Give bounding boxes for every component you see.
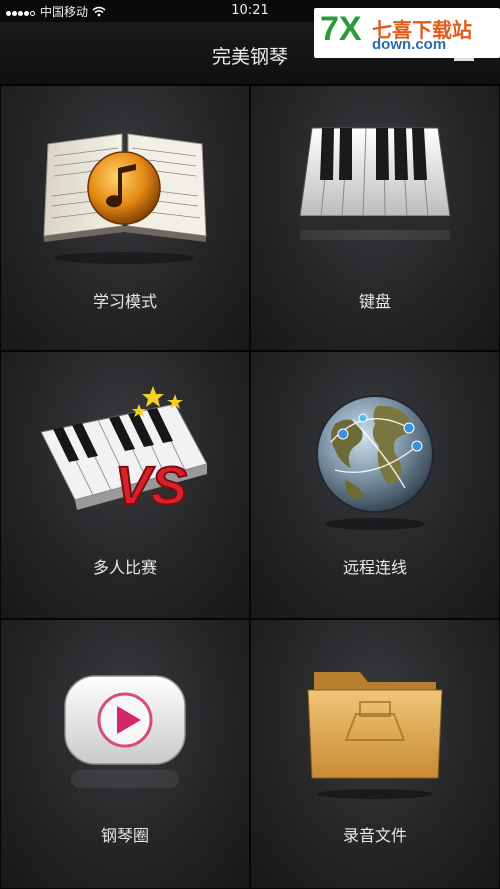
play-button-icon xyxy=(64,675,186,788)
menu-item-multiplayer[interactable]: VS 多人比赛 xyxy=(0,351,250,619)
menu-item-recordings[interactable]: 录音文件 xyxy=(250,619,500,889)
menu-item-learning-mode[interactable]: 学习模式 xyxy=(0,85,250,351)
piano-keyboard-icon xyxy=(299,127,451,240)
menu-item-label: 键盘 xyxy=(358,292,391,311)
folder-icon xyxy=(307,672,443,799)
globe-network-icon xyxy=(316,395,434,530)
svg-text:VS: VS xyxy=(115,456,187,516)
main-menu-grid: 学习模式 键盘 VS 多人比赛 远程连线 钢琴圈 录音文件 xyxy=(0,85,500,889)
menu-item-label: 多人比赛 xyxy=(92,558,157,577)
watermark-url: down.com xyxy=(372,36,447,53)
menu-item-label: 钢琴圈 xyxy=(100,826,149,845)
watermark-logo: 7X 七喜下载站 down.com xyxy=(314,8,500,58)
menu-item-remote-connect[interactable]: 远程连线 xyxy=(250,351,500,619)
piano-versus-icon: VS xyxy=(40,386,208,517)
watermark-mark: 7X xyxy=(320,10,362,48)
music-book-icon xyxy=(43,133,207,264)
menu-item-piano-circle[interactable]: 钢琴圈 xyxy=(0,619,250,889)
menu-item-label: 学习模式 xyxy=(92,292,157,311)
menu-item-label: 远程连线 xyxy=(342,558,407,577)
menu-item-label: 录音文件 xyxy=(342,826,407,845)
menu-item-keyboard[interactable]: 键盘 xyxy=(250,85,500,351)
